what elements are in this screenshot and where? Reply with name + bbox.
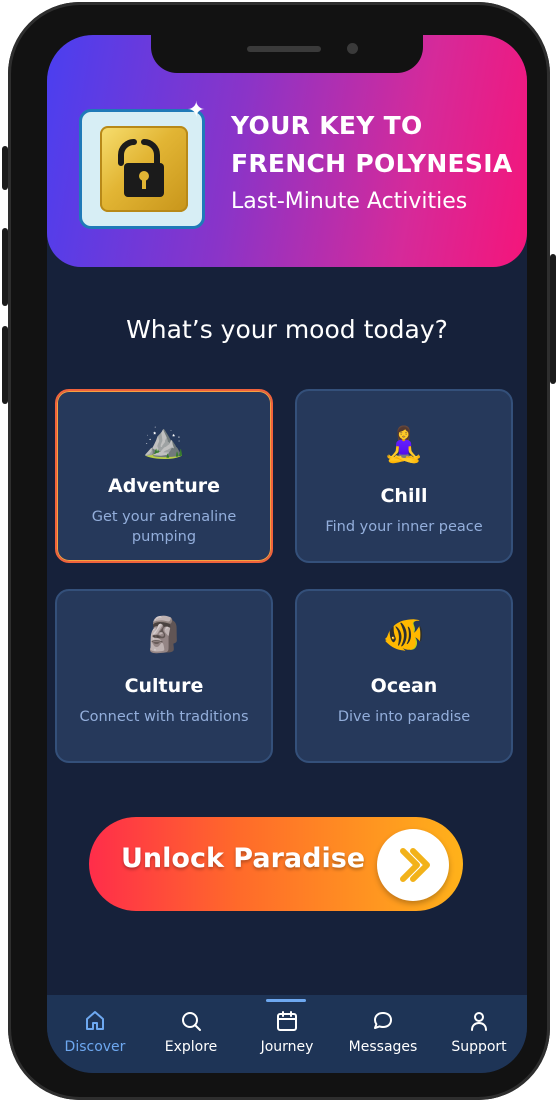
- unlock-padlock-icon: [100, 126, 188, 212]
- hero-title-line2: FRENCH POLYNESIA: [231, 149, 513, 178]
- mood-card-description: Dive into paradise: [337, 709, 471, 725]
- mood-card-title: Chill: [380, 485, 428, 507]
- tab-label: Support: [451, 1039, 507, 1055]
- mood-card-description: Find your inner peace: [325, 519, 483, 535]
- silent-switch: [2, 146, 8, 190]
- notch: [151, 35, 423, 73]
- tab-messages[interactable]: Messages: [335, 995, 431, 1073]
- mood-heading: What’s your mood today?: [126, 315, 448, 344]
- sparkle-icon: ✦: [187, 98, 206, 123]
- scroll-indicator: [266, 999, 306, 1002]
- bottom-tab-bar: Discover Explore Journey Messages Suppor…: [47, 995, 527, 1073]
- search-icon: [182, 1012, 201, 1031]
- unlock-paradise-button[interactable]: Unlock Paradise: [89, 817, 463, 911]
- mood-card-culture[interactable]: 🗿 Culture Connect with traditions: [55, 589, 273, 763]
- front-camera: [347, 43, 358, 54]
- chat-bubble-icon: [374, 1012, 392, 1029]
- mood-card-chill[interactable]: 🧘‍♀️ Chill Find your inner peace: [295, 389, 513, 563]
- meditation-icon: 🧘‍♀️: [382, 425, 426, 465]
- mood-card-adventure[interactable]: ⛰️ Adventure Get your adrenaline pumping: [55, 389, 273, 563]
- mood-card-title: Culture: [124, 675, 204, 697]
- double-chevron-right-icon: [377, 829, 449, 901]
- mood-card-ocean[interactable]: 🐠 Ocean Dive into paradise: [295, 589, 513, 763]
- mountain-icon: ⛰️: [142, 421, 186, 461]
- power-button: [550, 254, 556, 384]
- speaker: [247, 46, 321, 52]
- tab-support[interactable]: Support: [431, 995, 527, 1073]
- hero-title: YOUR KEY TO FRENCH POLYNESIA: [231, 107, 521, 183]
- volume-down-button: [2, 326, 8, 404]
- tab-label: Explore: [164, 1039, 218, 1055]
- tropical-fish-icon: 🐠: [382, 615, 426, 655]
- app-screen: ✦ YOUR KEY TO FRENCH POLYNESIA Last-Minu…: [47, 35, 527, 1073]
- user-icon: [471, 1012, 487, 1031]
- mood-card-description: Connect with traditions: [79, 709, 249, 725]
- hero-subtitle: Last-Minute Activities: [231, 189, 468, 214]
- tab-explore[interactable]: Explore: [143, 995, 239, 1073]
- phone-frame: ✦ YOUR KEY TO FRENCH POLYNESIA Last-Minu…: [2, 2, 556, 1100]
- tab-discover[interactable]: Discover: [47, 995, 143, 1073]
- tab-label: Discover: [64, 1039, 126, 1055]
- home-icon: [86, 1011, 104, 1030]
- mood-card-title: Ocean: [370, 675, 438, 697]
- tab-journey[interactable]: Journey: [239, 995, 335, 1073]
- moai-icon: 🗿: [142, 615, 186, 655]
- unlock-paradise-label: Unlock Paradise: [121, 843, 366, 874]
- volume-up-button: [2, 228, 8, 306]
- mood-card-description: Get your adrenaline pumping: [91, 509, 237, 545]
- hero-title-line1: YOUR KEY TO: [231, 111, 423, 140]
- mood-card-title: Adventure: [108, 475, 220, 497]
- calendar-icon: [277, 1011, 297, 1031]
- tab-label: Messages: [348, 1039, 418, 1055]
- tab-label: Journey: [260, 1039, 314, 1055]
- app-logo: [79, 109, 205, 229]
